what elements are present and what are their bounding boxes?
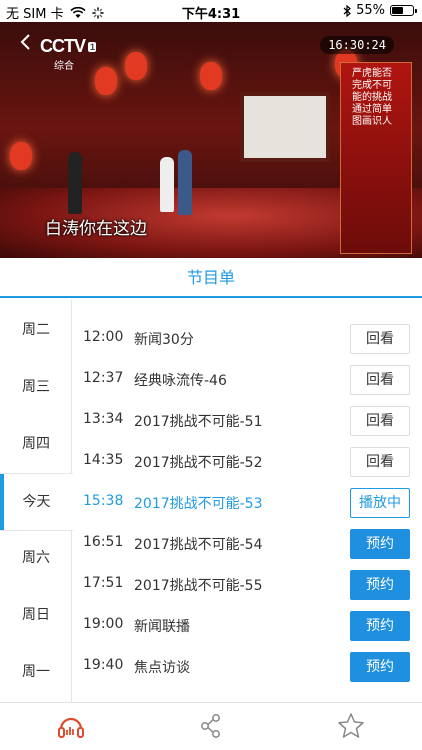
day-tab[interactable]: 周日 [0,587,72,643]
replay-button[interactable]: 回看 [350,447,410,477]
day-tab[interactable]: 周二 [0,302,72,358]
day-label: 周六 [22,550,50,566]
battery-icon [390,5,417,16]
program-title: 2017挑战不可能-55 [134,578,263,594]
program-time: 16:51 [83,534,124,550]
program-title: 2017挑战不可能-52 [134,455,263,471]
program-time: 12:37 [83,370,124,386]
program-row: 12:00 新闻30分 回看 [72,318,422,359]
now-playing-button[interactable]: 播放中 [350,488,410,518]
reserve-button[interactable]: 预约 [350,529,410,559]
program-row: 19:00 新闻联播 预约 [72,605,422,646]
battery-percent: 55% [356,3,385,18]
day-label: 今天 [22,494,51,510]
program-list[interactable]: 12:00 新闻30分 回看 12:37 经典咏流传-46 回看 13:34 2… [72,300,422,702]
reserve-button[interactable]: 预约 [350,570,410,600]
day-sidebar: 周二 周三 周四 今天 周六 周日 周一 [0,300,73,702]
replay-button[interactable]: 回看 [350,406,410,436]
program-row: 13:34 2017挑战不可能-51 回看 [72,400,422,441]
stage-window [240,92,330,162]
program-time: 19:40 [83,657,124,673]
schedule-header: 节目单 [0,258,422,298]
replay-button[interactable]: 回看 [350,365,410,395]
share-icon[interactable] [196,711,226,741]
video-subtitle: 白涛你在这边 [45,219,147,239]
program-title: 新闻30分 [134,332,194,348]
program-time: 17:51 [83,575,124,591]
day-label: 周二 [22,322,50,338]
day-tab[interactable]: 周三 [0,359,72,415]
channel-sub: 综合 [54,61,74,72]
program-row: 17:51 2017挑战不可能-55 预约 [72,564,422,605]
day-label: 周一 [22,664,50,680]
listen-icon[interactable] [56,711,86,741]
program-row: 19:40 焦点访谈 预约 [72,646,422,687]
day-label: 周四 [22,436,50,452]
program-title: 2017挑战不可能-51 [134,414,263,430]
back-icon[interactable] [18,34,34,50]
channel-number: 1 [88,42,97,53]
program-title: 2017挑战不可能-53 [134,496,263,512]
day-label: 周日 [22,607,50,623]
replay-button[interactable]: 回看 [350,324,410,354]
reserve-button[interactable]: 预约 [350,611,410,641]
program-title: 经典咏流传-46 [134,373,227,389]
program-time: 19:00 [83,616,124,632]
day-tab-today[interactable]: 今天 [0,473,73,531]
program-row-live: 15:38 2017挑战不可能-53 播放中 [72,482,422,523]
star-icon[interactable] [336,711,366,741]
program-time: 15:38 [83,493,124,509]
video-player[interactable]: 严虎能否完成不可能的挑战 通过简单图画识人 CCTV 1 综合 16:30:24 … [0,22,422,258]
side-caption: 严虎能否完成不可能的挑战 通过简单图画识人 [352,68,392,127]
status-bar: 无 SIM 卡 下午4:31 55% [0,0,422,22]
program-title: 焦点访谈 [134,660,190,676]
day-tab[interactable]: 周四 [0,416,72,472]
reserve-button[interactable]: 预约 [350,652,410,682]
program-title: 新闻联播 [134,619,190,635]
bottom-toolbar [0,702,422,750]
bluetooth-icon [343,4,352,17]
broadcast-clock: 16:30:24 [320,36,394,54]
program-time: 13:34 [83,411,124,427]
channel-logo: CCTV 1 综合 [40,36,97,72]
day-tab[interactable]: 周六 [0,530,72,586]
program-row: 12:37 经典咏流传-46 回看 [72,359,422,400]
program-row: 16:51 2017挑战不可能-54 预约 [72,523,422,564]
day-tab[interactable]: 周一 [0,644,72,700]
program-time: 12:00 [83,329,124,345]
day-label: 周三 [22,379,50,395]
channel-logo-text: CCTV [40,36,86,56]
program-title: 2017挑战不可能-54 [134,537,263,553]
program-time: 14:35 [83,452,124,468]
program-row: 14:35 2017挑战不可能-52 回看 [72,441,422,482]
